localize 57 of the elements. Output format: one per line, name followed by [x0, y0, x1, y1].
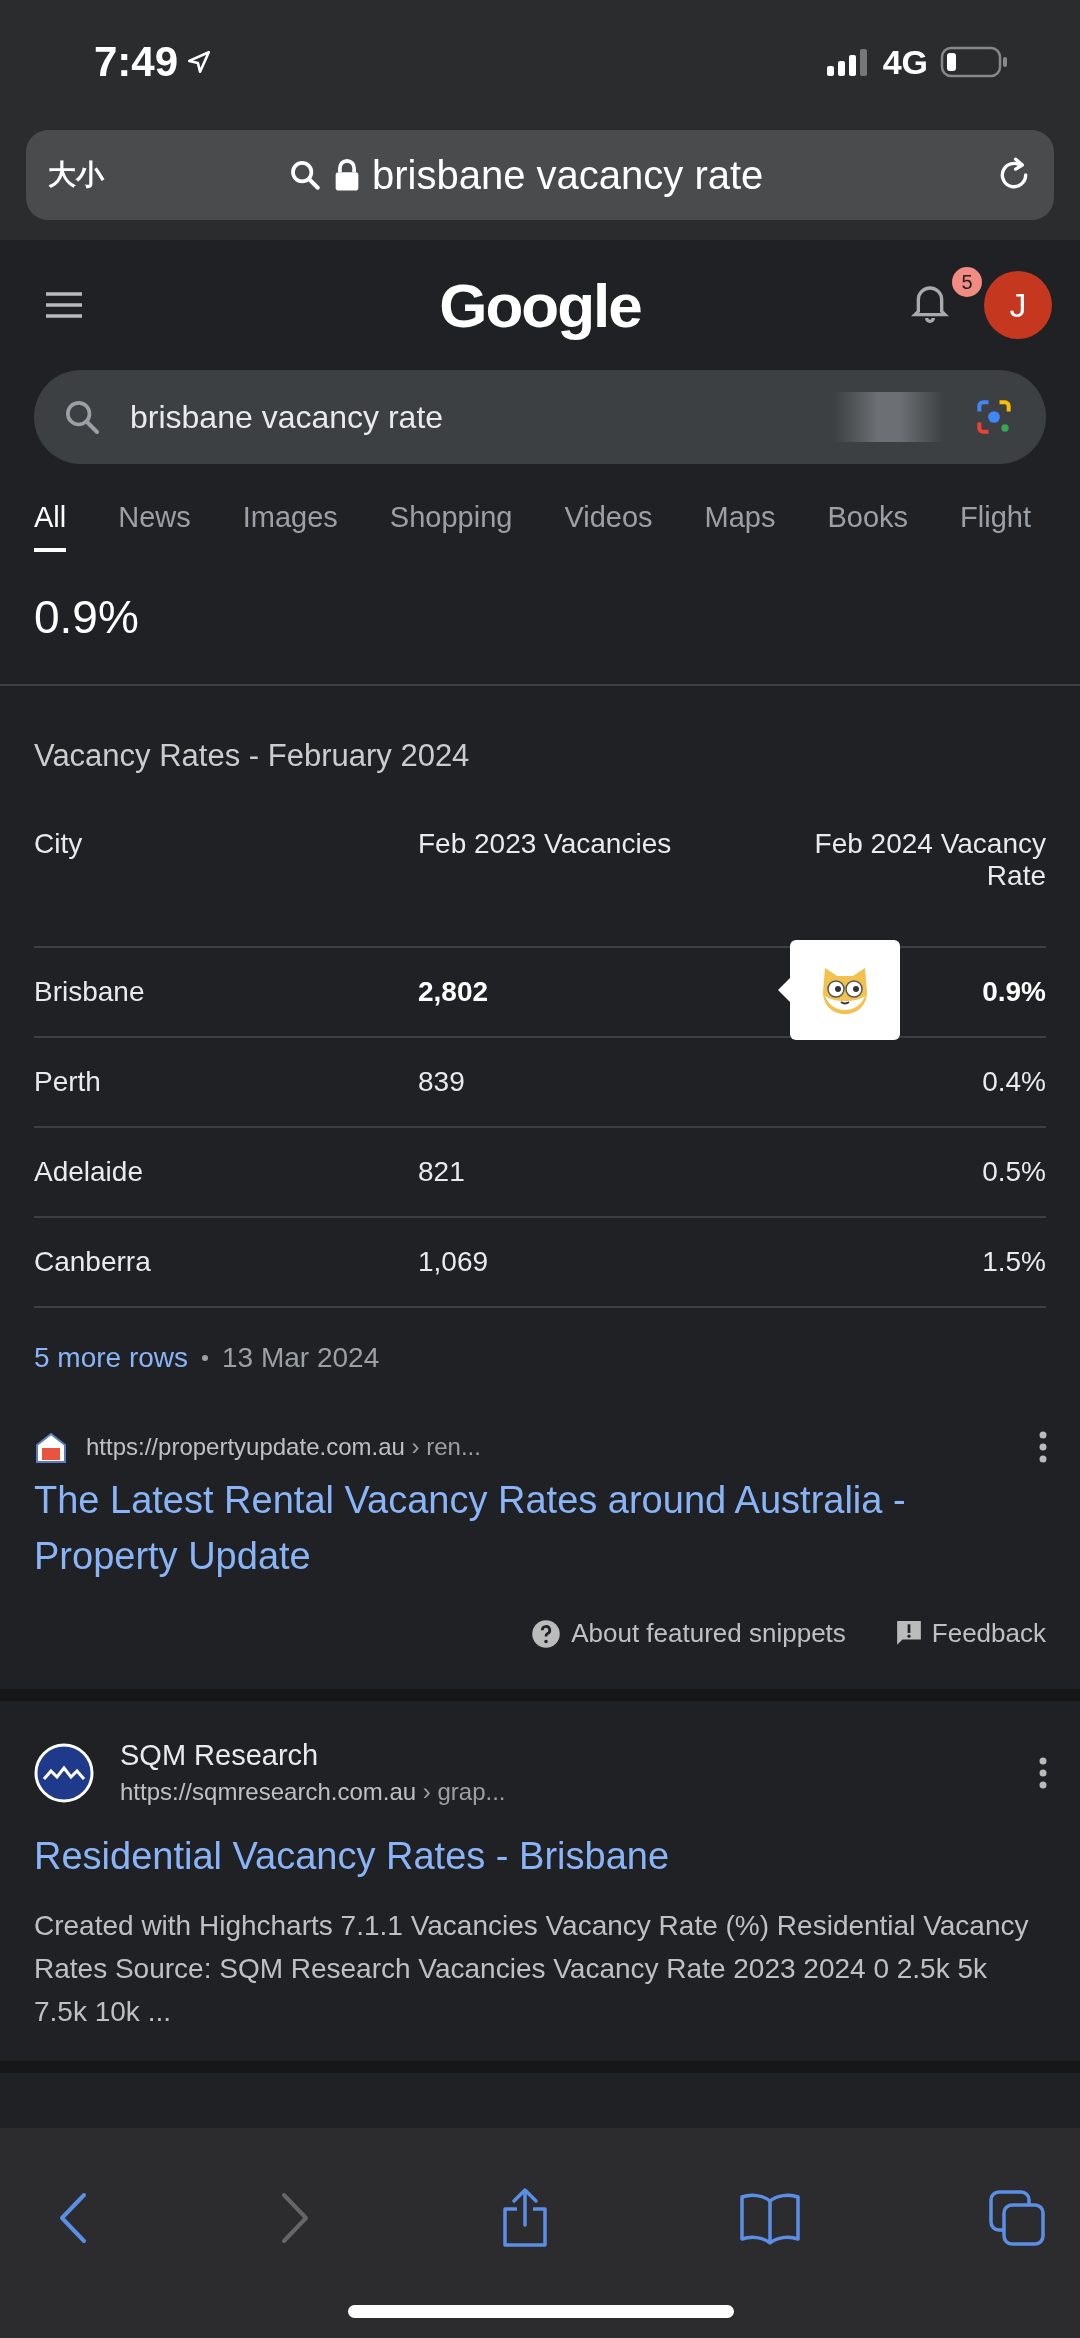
tab[interactable]: News [118, 486, 191, 552]
avatar[interactable]: J [984, 271, 1052, 339]
tabs-icon[interactable] [988, 2189, 1046, 2247]
table-cell-text: Adelaide [34, 1156, 144, 1188]
table-cell: 821 [418, 1156, 465, 1188]
status-time: 7:49 [94, 38, 179, 86]
text-size-button[interactable]: 大小 [48, 156, 188, 194]
network-label: 4G [882, 42, 928, 82]
tab[interactable]: Shopping [389, 486, 513, 552]
table-cell: 839 [418, 1066, 465, 1098]
battery-icon [940, 46, 1008, 78]
bookmarks-icon[interactable] [738, 2191, 801, 2245]
location-arrow-icon [186, 49, 213, 75]
column-header: City [34, 828, 84, 860]
table-cell: 0.9% [982, 976, 1046, 1008]
table-cell: 2,802 [418, 976, 489, 1008]
table-cell-text: Brisbane [34, 976, 146, 1008]
tab[interactable]: Videos [564, 486, 653, 552]
notification-badge: 5 [952, 267, 982, 297]
tab[interactable]: All [34, 486, 67, 552]
separator-dot [202, 1355, 209, 1361]
table-cell: 0.4% [982, 1066, 1046, 1098]
site-name: SQM Research [120, 1739, 320, 1772]
lock-icon [334, 158, 360, 192]
source-url[interactable]: https://propertyupdate.com.au › ren... [86, 1433, 1020, 1461]
table-cell: 1.5% [982, 1246, 1046, 1278]
more-options-icon[interactable] [1038, 1755, 1048, 1790]
column-header: Feb 2023 Vacancies [418, 828, 672, 860]
more-rows-link[interactable]: 5 more rows [34, 1342, 189, 1374]
house-icon [34, 1430, 68, 1464]
snippet-date: 13 Mar 2024 [222, 1342, 380, 1374]
menu-icon[interactable] [44, 290, 84, 320]
tab[interactable]: Flight [960, 486, 1032, 552]
answer-value: 0.9% [34, 590, 140, 645]
result-url[interactable]: https://sqmresearch.com.au › grap... [120, 1778, 1012, 1806]
more-options-icon[interactable] [1038, 1430, 1048, 1464]
about-snippets-link[interactable]: About featured snippets [531, 1618, 846, 1649]
table-cell-text: Perth [34, 1066, 102, 1098]
result-snippet: Created with Highcharts 7.1.1 Vacancies Vacancy Rate (%) Residential Vacancy Rates Source: SQM Research Vacancies Vacancy Rate 2023 2024 0 2.5k 5k 7.5k 10k ... [34, 1909, 1030, 2029]
help-icon [531, 1618, 562, 1649]
tab[interactable]: Images [242, 486, 338, 552]
address-bar[interactable]: 大小 brisbane vacancy rate [26, 130, 1054, 220]
search-icon [288, 158, 322, 192]
tab[interactable]: Books [827, 486, 909, 552]
column-header: Feb 2024 Vacancy Rate [813, 828, 1046, 892]
url-text: brisbane vacancy rate [372, 152, 764, 198]
tab[interactable]: Maps [704, 486, 776, 552]
table-cell: 1,069 [418, 1246, 489, 1278]
mountain-logo-icon [34, 1742, 94, 1803]
result-title-link[interactable]: Residential Vacancy Rates - Brisbane [34, 1828, 1046, 1884]
search-field[interactable]: brisbane vacancy rate [34, 370, 1046, 464]
table-cell-text: Canberra [34, 1246, 152, 1278]
table-cell: 0.5% [982, 1156, 1046, 1188]
table-title: Vacancy Rates - February 2024 [34, 737, 471, 775]
result-title-link[interactable]: The Latest Rental Vacancy Rates around Australia - Property Update [34, 1472, 1046, 1584]
feedback-link[interactable]: Feedback [895, 1618, 1046, 1649]
google-logo[interactable]: Google [439, 269, 641, 341]
